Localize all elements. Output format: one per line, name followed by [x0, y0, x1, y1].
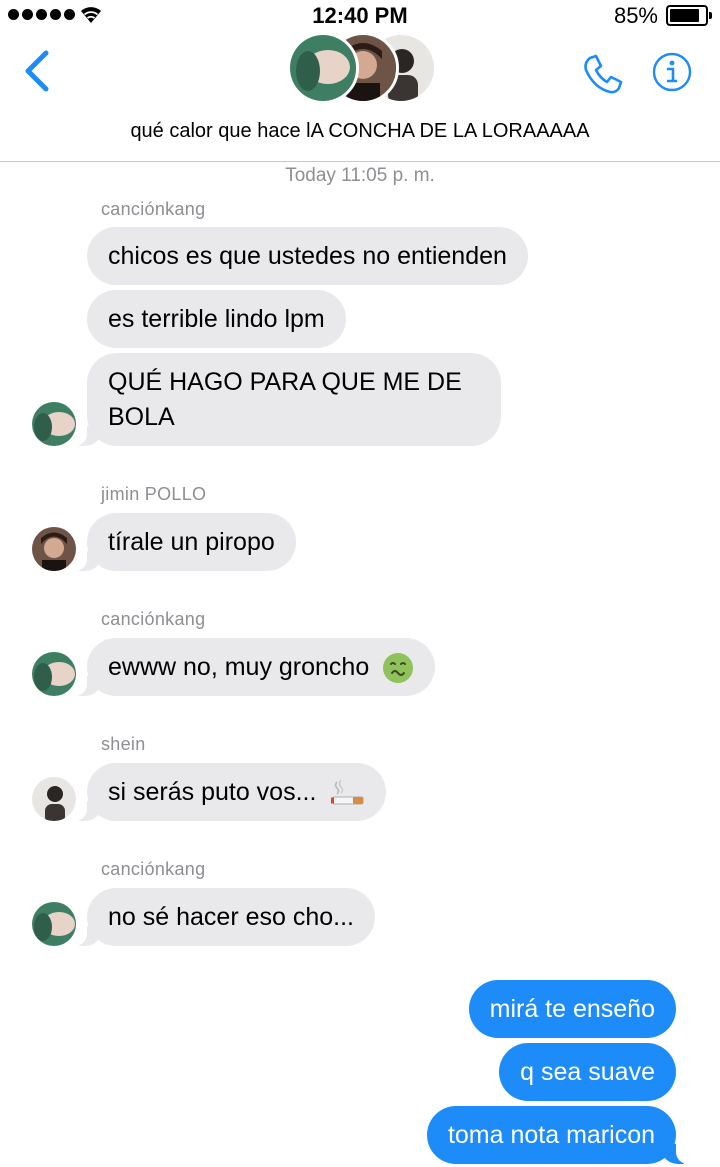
group-avatar-1 — [287, 32, 359, 104]
status-bar: 12:40 PM 85% — [0, 0, 720, 30]
info-icon[interactable] — [652, 52, 692, 92]
message-text: si serás puto vos... — [108, 778, 317, 806]
conversation-timestamp: Today 11:05 p. m. — [285, 165, 435, 186]
avatar[interactable] — [32, 402, 76, 446]
avatar[interactable] — [32, 527, 76, 571]
message-bubble[interactable]: tírale un piropo — [69, 513, 296, 571]
message-bubble[interactable]: es terrible lindo lpm — [87, 290, 346, 348]
battery-icon — [666, 5, 712, 26]
message-line: BOLA — [108, 403, 175, 431]
message-line: QUÉ HAGO PARA QUE ME DE — [108, 368, 462, 396]
message-bubble[interactable]: chicos es que ustedes no entienden — [87, 227, 528, 285]
back-chevron-icon[interactable] — [22, 48, 52, 94]
conversation-header: qué calor que hace lA CONCHA DE LA LORAA… — [0, 30, 720, 162]
battery-percentage: 85% — [613, 3, 658, 28]
avatar[interactable] — [32, 902, 76, 946]
avatar[interactable] — [32, 652, 76, 696]
cigarette-emoji-icon — [331, 779, 364, 805]
message-bubble[interactable]: no sé hacer eso cho... — [69, 888, 375, 946]
group-name[interactable]: qué calor que hace lA CONCHA DE LA LORAA… — [0, 120, 720, 143]
message-text: ewww no, muy groncho — [108, 653, 370, 681]
nauseated-face-emoji-icon — [383, 653, 414, 684]
sender-name: canciónkang — [101, 199, 206, 219]
outgoing-message-bubble[interactable]: q sea suave — [499, 1043, 676, 1101]
sender-name: jimin POLLO — [101, 484, 207, 504]
sender-name: canciónkang — [101, 859, 206, 879]
sender-name: shein — [101, 734, 146, 754]
outgoing-message-bubble[interactable]: mirá te enseño — [468, 980, 676, 1038]
group-avatars[interactable] — [287, 32, 437, 108]
message-bubble[interactable]: si serás puto vos... — [68, 763, 387, 821]
message-bubble[interactable]: ewww no, muy groncho — [68, 638, 436, 696]
sender-name: canciónkang — [101, 609, 206, 629]
outgoing-message-bubble[interactable]: toma nota maricon — [426, 1106, 695, 1164]
avatar[interactable] — [32, 777, 76, 821]
phone-call-icon[interactable] — [580, 52, 624, 96]
status-time: 12:40 PM — [312, 3, 408, 28]
message-bubble[interactable]: QUÉ HAGO PARA QUE ME DE BOLA — [69, 353, 501, 446]
